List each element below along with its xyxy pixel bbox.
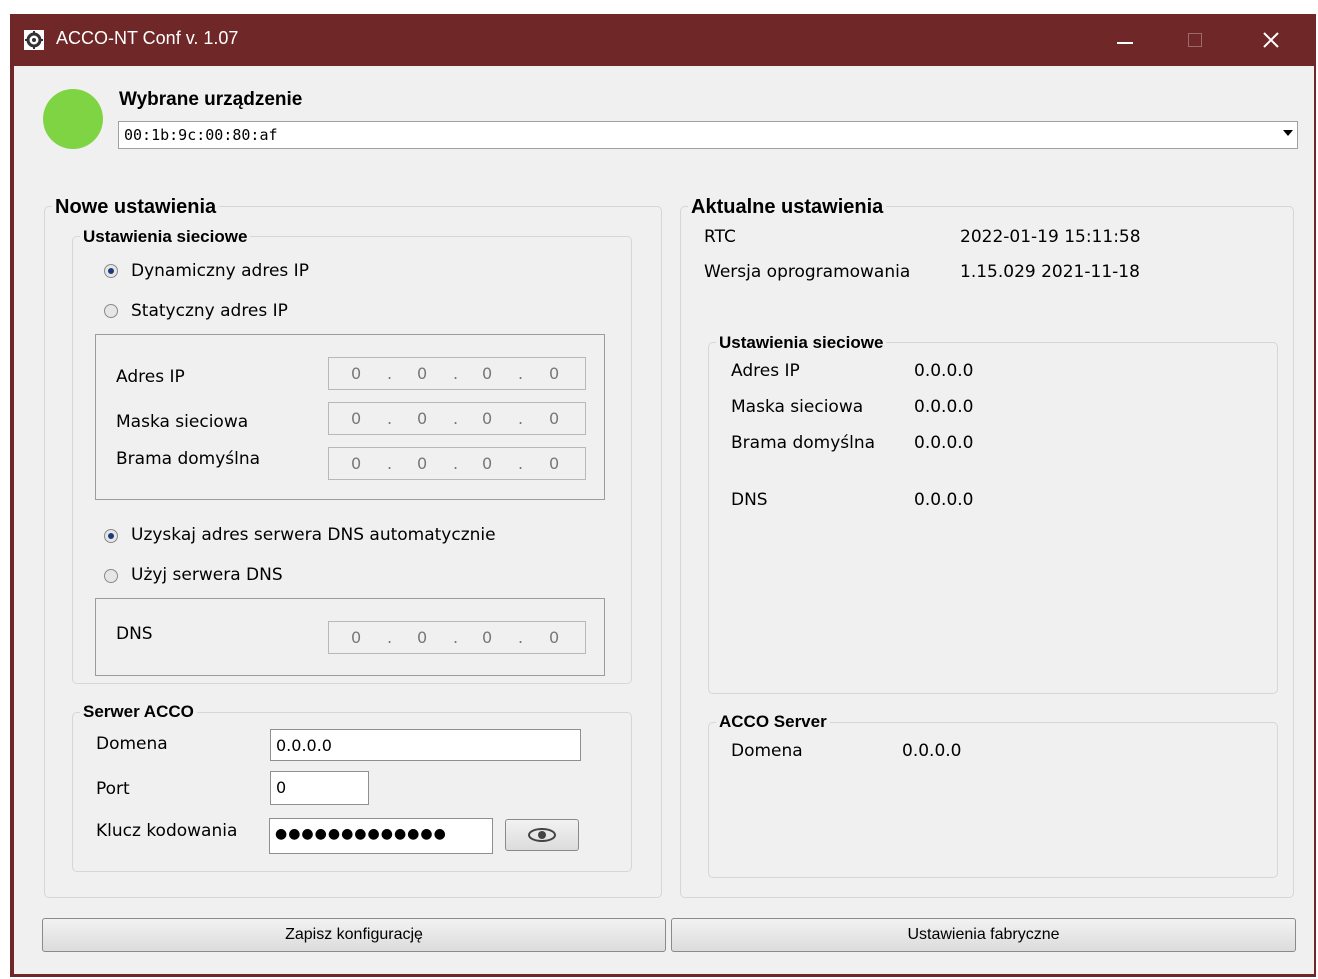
current-network-group — [708, 342, 1278, 694]
gateway-field[interactable]: 0 . 0 . 0 . 0 — [328, 447, 586, 480]
dns-octet: 0 — [417, 628, 428, 647]
port-input[interactable]: 0 — [270, 771, 369, 805]
dns-octet: 0 — [549, 628, 560, 647]
current-dns-value: 0.0.0.0 — [914, 490, 974, 510]
ip-address-field[interactable]: 0 . 0 . 0 . 0 — [328, 357, 586, 390]
static-ip-radio[interactable] — [104, 304, 118, 318]
ip-separator: . — [518, 628, 524, 647]
port-label: Port — [96, 779, 130, 799]
ip-separator: . — [518, 454, 524, 473]
mask-field[interactable]: 0 . 0 . 0 . 0 — [328, 402, 586, 435]
current-gateway-value: 0.0.0.0 — [914, 433, 974, 453]
ip-octet: 0 — [417, 364, 428, 383]
save-config-button[interactable]: Zapisz konfigurację — [42, 918, 666, 952]
device-heading: Wybrane urządzenie — [119, 89, 303, 110]
rtc-value: 2022-01-19 15:11:58 — [960, 227, 1141, 247]
dns-manual-radio[interactable] — [104, 569, 118, 583]
mask-octet: 0 — [351, 409, 362, 428]
ip-separator: . — [387, 628, 393, 647]
new-server-title: Serwer ACCO — [80, 702, 197, 722]
firmware-label: Wersja oprogramowania — [704, 262, 911, 282]
ip-octet: 0 — [351, 364, 362, 383]
gateway-octet: 0 — [417, 454, 428, 473]
current-mask-value: 0.0.0.0 — [914, 397, 974, 417]
connection-status-icon — [43, 89, 103, 149]
ip-separator: . — [453, 364, 459, 383]
dynamic-ip-radio[interactable] — [104, 264, 118, 278]
current-settings-title: Aktualne ustawienia — [688, 196, 887, 219]
dynamic-ip-label[interactable]: Dynamiczny adres IP — [131, 261, 309, 281]
factory-reset-label: Ustawienia fabryczne — [907, 926, 1060, 943]
gateway-label: Brama domyślna — [116, 449, 261, 469]
current-dns-label: DNS — [731, 490, 768, 510]
ip-octet: 0 — [482, 364, 493, 383]
dns-auto-radio[interactable] — [104, 529, 118, 543]
current-domain-value: 0.0.0.0 — [902, 741, 962, 761]
device-select[interactable]: 00:1b:9c:00:80:af — [118, 121, 1298, 149]
static-ip-label[interactable]: Statyczny adres IP — [131, 301, 288, 321]
domain-label: Domena — [96, 734, 168, 754]
ip-separator: . — [453, 409, 459, 428]
ip-separator: . — [518, 409, 524, 428]
close-icon — [1263, 32, 1279, 48]
title-bar[interactable]: ACCO-NT Conf v. 1.07 — [10, 14, 1316, 66]
gateway-octet: 0 — [482, 454, 493, 473]
chevron-down-icon[interactable] — [1283, 130, 1293, 136]
new-network-title: Ustawienia sieciowe — [80, 227, 251, 247]
port-input-value: 0 — [276, 778, 287, 797]
new-settings-title: Nowe ustawienia — [52, 196, 220, 219]
mask-octet: 0 — [549, 409, 560, 428]
ip-separator: . — [518, 364, 524, 383]
current-domain-label: Domena — [731, 741, 803, 761]
ip-label: Adres IP — [116, 367, 185, 387]
current-network-title: Ustawienia sieciowe — [716, 333, 887, 353]
show-key-button[interactable] — [505, 819, 579, 851]
key-input[interactable]: ●●●●●●●●●●●●● — [269, 818, 493, 854]
ip-separator: . — [387, 409, 393, 428]
dns-manual-label[interactable]: Użyj serwera DNS — [131, 565, 283, 585]
mask-octet: 0 — [482, 409, 493, 428]
ip-separator: . — [453, 454, 459, 473]
minimize-icon — [1117, 42, 1133, 44]
close-button[interactable] — [1236, 14, 1306, 66]
rtc-label: RTC — [704, 227, 736, 247]
minimize-button[interactable] — [1090, 14, 1160, 66]
save-config-label: Zapisz konfigurację — [285, 926, 423, 943]
domain-input[interactable]: 0.0.0.0 — [270, 729, 581, 761]
maximize-button[interactable] — [1160, 14, 1230, 66]
ip-separator: . — [387, 454, 393, 473]
ip-octet: 0 — [549, 364, 560, 383]
maximize-icon — [1188, 33, 1202, 47]
current-mask-label: Maska sieciowa — [731, 397, 864, 417]
dns-label: DNS — [116, 624, 153, 644]
window-title: ACCO-NT Conf v. 1.07 — [56, 28, 239, 48]
mask-label: Maska sieciowa — [116, 412, 249, 432]
ip-separator: . — [453, 628, 459, 647]
gear-icon — [24, 30, 44, 50]
dns-octet: 0 — [482, 628, 493, 647]
firmware-value: 1.15.029 2021-11-18 — [960, 262, 1140, 282]
current-gateway-label: Brama domyślna — [731, 433, 876, 453]
factory-reset-button[interactable]: Ustawienia fabryczne — [671, 918, 1296, 952]
dns-auto-label[interactable]: Uzyskaj adres serwera DNS automatycznie — [131, 525, 496, 545]
domain-input-value: 0.0.0.0 — [276, 736, 332, 755]
current-ip-value: 0.0.0.0 — [914, 361, 974, 381]
gateway-octet: 0 — [351, 454, 362, 473]
dns-octet: 0 — [351, 628, 362, 647]
key-label: Klucz kodowania — [96, 821, 238, 841]
gateway-octet: 0 — [549, 454, 560, 473]
device-select-value: 00:1b:9c:00:80:af — [124, 126, 278, 144]
dns-field[interactable]: 0 . 0 . 0 . 0 — [328, 621, 586, 654]
ip-separator: . — [387, 364, 393, 383]
key-input-value: ●●●●●●●●●●●●● — [275, 826, 447, 842]
mask-octet: 0 — [417, 409, 428, 428]
eye-icon — [528, 828, 556, 842]
current-ip-label: Adres IP — [731, 361, 800, 381]
current-server-title: ACCO Server — [716, 712, 830, 732]
